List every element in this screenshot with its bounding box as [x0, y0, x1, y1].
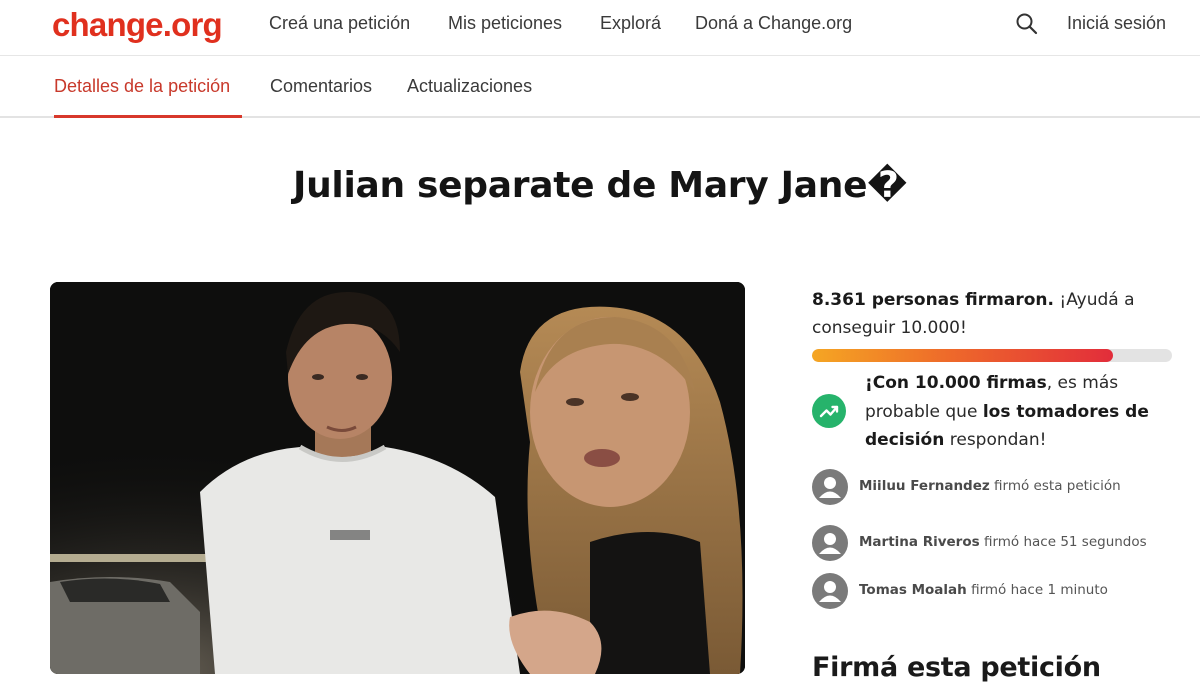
goal-message-part-1: ¡Con 10.000 firmas [865, 373, 1047, 393]
nav-explore[interactable]: Explorá [600, 13, 661, 34]
recent-signer: Tomas Moalah firmó hace 1 minuto [812, 573, 1182, 611]
signature-count: 8.361 personas firmaron. ¡Ayudá a conseg… [812, 286, 1172, 342]
signer-name: Martina Riveros [859, 534, 980, 550]
login-link[interactable]: Iniciá sesión [1067, 13, 1166, 34]
page-title: Julian separate de Mary Jane� [293, 165, 907, 206]
sign-petition-heading: Firmá esta petición [812, 652, 1101, 683]
recent-signer: Martina Riveros firmó hace 51 segundos [812, 525, 1182, 563]
signer-text: Miiluu Fernandez firmó esta petición [859, 478, 1121, 494]
goal-message: ¡Con 10.000 firmas, es más probable que … [865, 369, 1175, 455]
signer-action: firmó hace 51 segundos [979, 534, 1147, 550]
trending-up-icon [812, 394, 846, 428]
signer-action: firmó esta petición [989, 478, 1121, 494]
avatar [812, 525, 848, 561]
goal-message-part-4: respondan! [944, 430, 1047, 450]
tab-petition-details[interactable]: Detalles de la petición [54, 76, 230, 97]
top-navigation-bar: change.org Creá una petición Mis peticio… [0, 0, 1200, 56]
nav-my-petitions[interactable]: Mis peticiones [448, 13, 562, 34]
nav-start-petition[interactable]: Creá una petición [269, 13, 410, 34]
change-org-logo[interactable]: change.org [52, 6, 223, 44]
tab-updates[interactable]: Actualizaciones [407, 76, 532, 97]
signature-progress-bar [812, 349, 1172, 362]
signature-progress-fill [812, 349, 1113, 362]
active-tab-indicator [54, 115, 242, 118]
signer-text: Tomas Moalah firmó hace 1 minuto [859, 582, 1108, 598]
signer-action: firmó hace 1 minuto [966, 582, 1108, 598]
nav-donate[interactable]: Doná a Change.org [695, 13, 852, 34]
petition-tabs: Detalles de la petición Comentarios Actu… [0, 57, 1200, 118]
tab-comments[interactable]: Comentarios [270, 76, 372, 97]
signer-text: Martina Riveros firmó hace 51 segundos [859, 534, 1147, 550]
signer-name: Miiluu Fernandez [859, 478, 990, 494]
avatar [812, 469, 848, 505]
search-icon[interactable] [1014, 11, 1040, 37]
recent-signer: Miiluu Fernandez firmó esta petición [812, 469, 1182, 507]
avatar [812, 573, 848, 609]
signer-name: Tomas Moalah [859, 582, 967, 598]
signature-count-number: 8.361 personas firmaron. [812, 290, 1054, 310]
petition-photo [50, 282, 745, 674]
